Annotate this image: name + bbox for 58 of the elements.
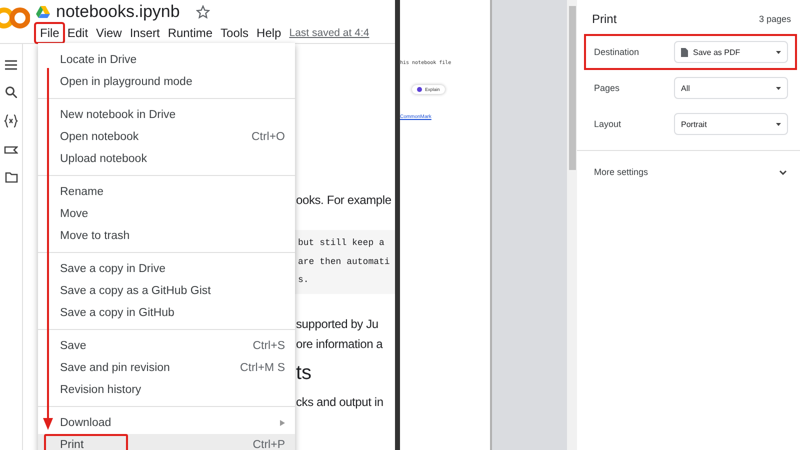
- shortcut-text: Ctrl+P: [252, 439, 285, 450]
- menu-item[interactable]: Insert: [126, 24, 164, 42]
- menu-option[interactable]: Save a copy as a GitHub Gist: [38, 280, 295, 302]
- chevron-down-icon: [779, 170, 787, 174]
- menu-option[interactable]: Rename: [38, 181, 295, 203]
- field-label: Layout: [594, 119, 622, 129]
- page-count: 3 pages: [758, 14, 791, 24]
- menu-option[interactable]: Download: [38, 412, 295, 434]
- variables-icon[interactable]: [4, 114, 18, 128]
- notebook-title[interactable]: notebooks.ipynb: [56, 2, 180, 22]
- file-icon: [681, 48, 688, 56]
- menu-option[interactable]: Locate in Drive: [38, 49, 295, 71]
- code-line: are then automati: [298, 256, 390, 268]
- code-line: but still keep a: [298, 237, 384, 250]
- menu-option[interactable]: Open notebook Ctrl+O: [38, 126, 295, 148]
- menu-item[interactable]: Edit: [63, 24, 92, 42]
- text-line: ore information a: [296, 336, 383, 352]
- text-line: ooks. For example: [296, 192, 392, 209]
- menu-option[interactable]: Save Ctrl+S: [38, 335, 295, 357]
- section-heading: ts: [296, 360, 312, 386]
- select-field[interactable]: All: [674, 77, 788, 99]
- menu-item[interactable]: View: [92, 24, 126, 42]
- drive-icon: [36, 6, 50, 18]
- menu-option[interactable]: Print Ctrl+P: [38, 434, 295, 450]
- scrollbar-thumb[interactable]: [568, 6, 576, 170]
- text-line: supported by Ju: [296, 316, 378, 332]
- folder-icon[interactable]: [4, 172, 18, 183]
- text-line: cks and output in: [296, 394, 384, 410]
- dropdown-caret-icon: [776, 50, 781, 54]
- menu-item[interactable]: Help: [252, 24, 286, 42]
- select-field[interactable]: Save as PDF: [674, 41, 788, 63]
- menu-option[interactable]: Save a copy in GitHub: [38, 302, 295, 324]
- menu-option[interactable]: Upload notebook: [38, 148, 295, 170]
- shortcut-text: Ctrl+M S: [240, 362, 285, 374]
- last-saved-link[interactable]: Last saved at 4:4: [289, 26, 370, 38]
- dropdown-caret-icon: [776, 122, 781, 126]
- menu-option[interactable]: Revision history: [38, 379, 295, 401]
- menu-option[interactable]: Move to trash: [38, 225, 295, 247]
- dropdown-caret-icon: [776, 86, 781, 90]
- menu-icon[interactable]: [5, 60, 17, 70]
- search-icon[interactable]: [5, 86, 17, 98]
- select-field[interactable]: Portrait: [674, 113, 788, 135]
- menu-option[interactable]: Move: [38, 203, 295, 225]
- star-icon[interactable]: [196, 4, 210, 18]
- field-label: Pages: [594, 83, 620, 93]
- shortcut-text: Ctrl+O: [251, 131, 285, 143]
- print-title: Print: [592, 12, 617, 26]
- more-settings-toggle[interactable]: More settings: [584, 157, 797, 187]
- menu-item[interactable]: Tools: [216, 24, 253, 42]
- menu-item[interactable]: Runtime: [164, 24, 217, 42]
- shortcut-text: Ctrl+S: [252, 340, 285, 352]
- code-line: s.: [298, 274, 309, 287]
- menu-option[interactable]: Save and pin revision Ctrl+M S: [38, 357, 295, 379]
- menu-option[interactable]: Open in playground mode: [38, 71, 295, 93]
- menu-option[interactable]: New notebook in Drive: [38, 104, 295, 126]
- menu-option[interactable]: Save a copy in Drive: [38, 258, 295, 280]
- menu-item[interactable]: File: [36, 24, 64, 42]
- field-label: Destination: [594, 47, 640, 57]
